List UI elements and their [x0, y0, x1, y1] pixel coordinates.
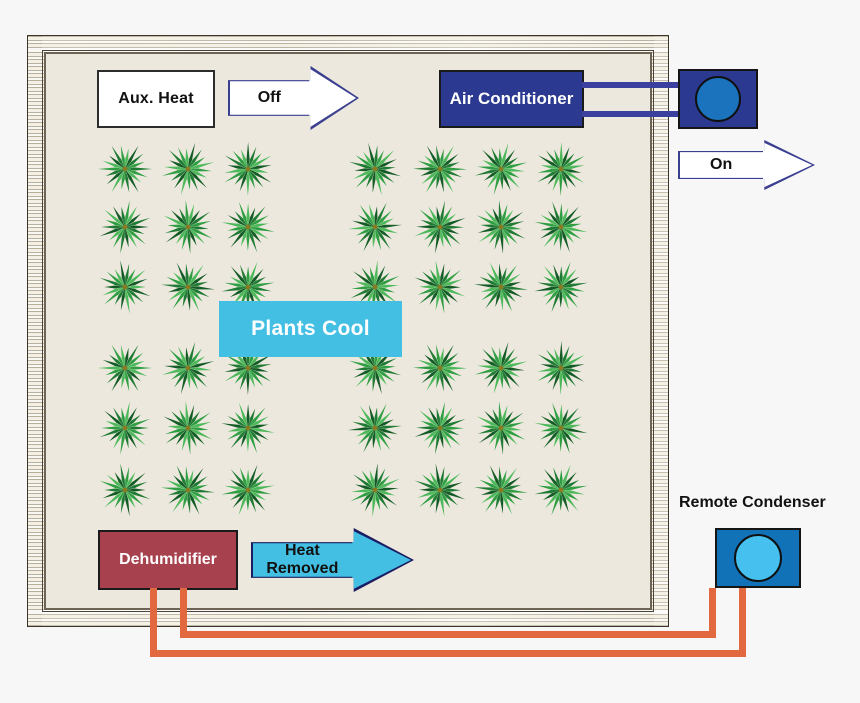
- condensate-pipe-right-vertical: [180, 588, 187, 631]
- air-conditioner-status-label: On: [710, 156, 733, 173]
- plant-icon: [159, 461, 217, 519]
- dehumidifier-label: Dehumidifier: [119, 551, 217, 568]
- plant-icon: [472, 140, 530, 198]
- plant-icon: [96, 140, 154, 198]
- refrigerant-line-supply: [582, 82, 682, 88]
- condensate-pipe-left-horizontal: [150, 650, 746, 657]
- plant-icon: [411, 399, 469, 457]
- plant-icon: [472, 399, 530, 457]
- plant-icon: [346, 198, 404, 256]
- air-conditioner-box[interactable]: Air Conditioner: [439, 70, 584, 128]
- plant-icon: [96, 258, 154, 316]
- plant-icon: [159, 198, 217, 256]
- condensate-pipe-left-riser: [739, 588, 746, 657]
- remote-condenser-title: Remote Condenser: [679, 494, 826, 511]
- remote-condenser-label: Remote Condenser: [679, 494, 826, 512]
- condensate-pipe-right-riser: [709, 588, 716, 638]
- plant-icon: [411, 198, 469, 256]
- plant-icon: [159, 258, 217, 316]
- plant-icon: [159, 339, 217, 397]
- plant-icon: [532, 198, 590, 256]
- plant-icon: [159, 399, 217, 457]
- condensate-pipe-right-horizontal: [180, 631, 716, 638]
- plant-icon: [532, 461, 590, 519]
- plant-icon: [472, 461, 530, 519]
- dehumidifier-box[interactable]: Dehumidifier: [98, 530, 238, 590]
- plant-icon: [411, 339, 469, 397]
- air-conditioner-status-arrow: On: [678, 140, 815, 190]
- plant-icon: [96, 198, 154, 256]
- refrigerant-line-return: [582, 111, 682, 117]
- plant-icon: [532, 399, 590, 457]
- plant-icon: [411, 461, 469, 519]
- plant-icon: [219, 140, 277, 198]
- plant-icon: [346, 399, 404, 457]
- aux-heat-label: Aux. Heat: [118, 90, 194, 107]
- aux-heat-box[interactable]: Aux. Heat: [97, 70, 215, 128]
- plant-icon: [96, 339, 154, 397]
- remote-condenser-fan-icon: [734, 534, 782, 582]
- plant-icon: [219, 198, 277, 256]
- plant-icon: [219, 399, 277, 457]
- plant-icon: [219, 461, 277, 519]
- air-conditioner-label: Air Conditioner: [449, 89, 574, 108]
- plant-icon: [96, 461, 154, 519]
- plant-icon: [532, 140, 590, 198]
- aux-heat-status-label: Off: [257, 89, 281, 106]
- plants-status-banner: Plants Cool: [219, 301, 402, 357]
- plant-icon: [346, 461, 404, 519]
- remote-condenser-unit[interactable]: [715, 528, 801, 588]
- plant-icon: [411, 140, 469, 198]
- plants-status-label: Plants Cool: [251, 317, 370, 340]
- ac-condenser-fan-icon: [695, 76, 741, 122]
- ac-condensing-unit[interactable]: [678, 69, 758, 129]
- condensate-pipe-left-vertical: [150, 588, 157, 650]
- plant-icon: [472, 258, 530, 316]
- plant-icon: [96, 399, 154, 457]
- plant-icon: [472, 339, 530, 397]
- heat-removed-label: Heat Removed: [266, 542, 339, 577]
- plant-icon: [411, 258, 469, 316]
- plant-icon: [346, 140, 404, 198]
- plant-icon: [472, 198, 530, 256]
- plant-icon: [159, 140, 217, 198]
- plant-icon: [532, 339, 590, 397]
- diagram-canvas: Aux. Heat Off Air Conditioner On Plants …: [0, 0, 860, 703]
- plant-icon: [532, 258, 590, 316]
